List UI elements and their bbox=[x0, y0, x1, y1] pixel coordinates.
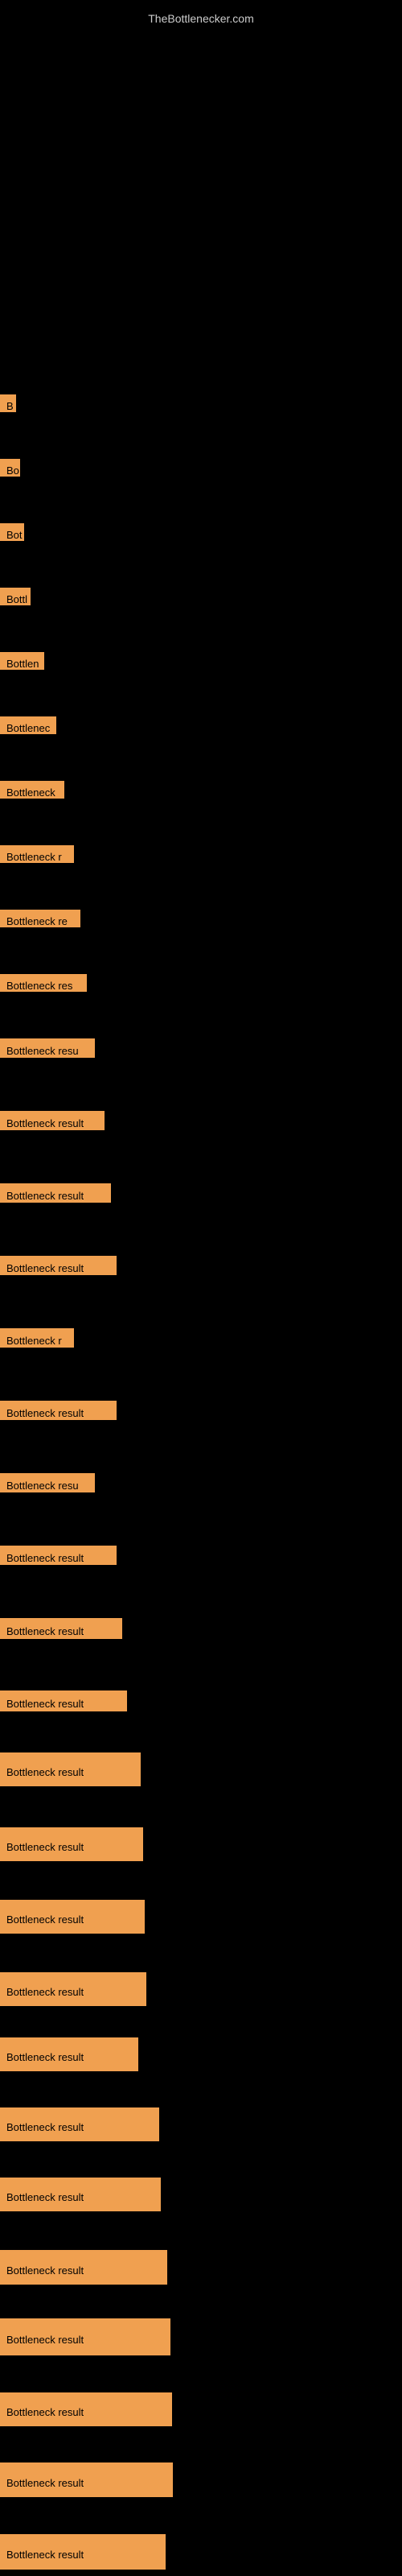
bottleneck-result-item[interactable]: Bottleneck result bbox=[0, 1900, 145, 1934]
site-title: TheBottlenecker.com bbox=[0, 4, 402, 29]
bottleneck-result-item[interactable]: Bottleneck result bbox=[0, 1972, 146, 2006]
bottleneck-result-item[interactable]: Bottleneck r bbox=[0, 1328, 74, 1348]
bottleneck-result-item[interactable]: Bottleneck result bbox=[0, 2107, 159, 2141]
bottleneck-result-item[interactable]: Bottleneck result bbox=[0, 2534, 166, 2570]
bottleneck-result-item[interactable]: Bottleneck result bbox=[0, 2392, 172, 2426]
bottleneck-result-item[interactable]: Bottleneck bbox=[0, 781, 64, 799]
bottleneck-result-item[interactable]: Bottleneck result bbox=[0, 2318, 170, 2355]
bottleneck-result-item[interactable]: Bottleneck result bbox=[0, 1827, 143, 1861]
bottleneck-result-item[interactable]: Bottleneck result bbox=[0, 2462, 173, 2497]
bottleneck-result-item[interactable]: Bottleneck result bbox=[0, 1401, 117, 1420]
bottleneck-result-item[interactable]: Bo bbox=[0, 459, 20, 477]
bottleneck-result-item[interactable]: Bottleneck r bbox=[0, 845, 74, 863]
bottleneck-result-item[interactable]: Bottleneck result bbox=[0, 1111, 105, 1130]
bottleneck-result-item[interactable]: B bbox=[0, 394, 16, 412]
bottleneck-result-item[interactable]: Bottleneck res bbox=[0, 974, 87, 992]
bottleneck-result-item[interactable]: Bottl bbox=[0, 588, 31, 605]
bottleneck-result-item[interactable]: Bottleneck result bbox=[0, 1690, 127, 1711]
bottleneck-result-item[interactable]: Bottleneck result bbox=[0, 1618, 122, 1639]
bottleneck-result-item[interactable]: Bottleneck result bbox=[0, 1546, 117, 1565]
bottleneck-result-item[interactable]: Bottleneck result bbox=[0, 1752, 141, 1786]
bottleneck-result-item[interactable]: Bottleneck result bbox=[0, 1183, 111, 1203]
bottleneck-result-item[interactable]: Bottleneck resu bbox=[0, 1038, 95, 1058]
bottleneck-result-item[interactable]: Bottleneck result bbox=[0, 2178, 161, 2211]
bottleneck-result-item[interactable]: Bottlen bbox=[0, 652, 44, 670]
bottleneck-result-item[interactable]: Bottleneck re bbox=[0, 910, 80, 927]
bottleneck-result-item[interactable]: Bottleneck result bbox=[0, 2037, 138, 2071]
bottleneck-result-item[interactable]: Bot bbox=[0, 523, 24, 541]
bottleneck-result-item[interactable]: Bottleneck result bbox=[0, 2250, 167, 2285]
bottleneck-result-item[interactable]: Bottlenec bbox=[0, 716, 56, 734]
bottleneck-result-item[interactable]: Bottleneck result bbox=[0, 1256, 117, 1275]
bottleneck-result-item[interactable]: Bottleneck resu bbox=[0, 1473, 95, 1492]
